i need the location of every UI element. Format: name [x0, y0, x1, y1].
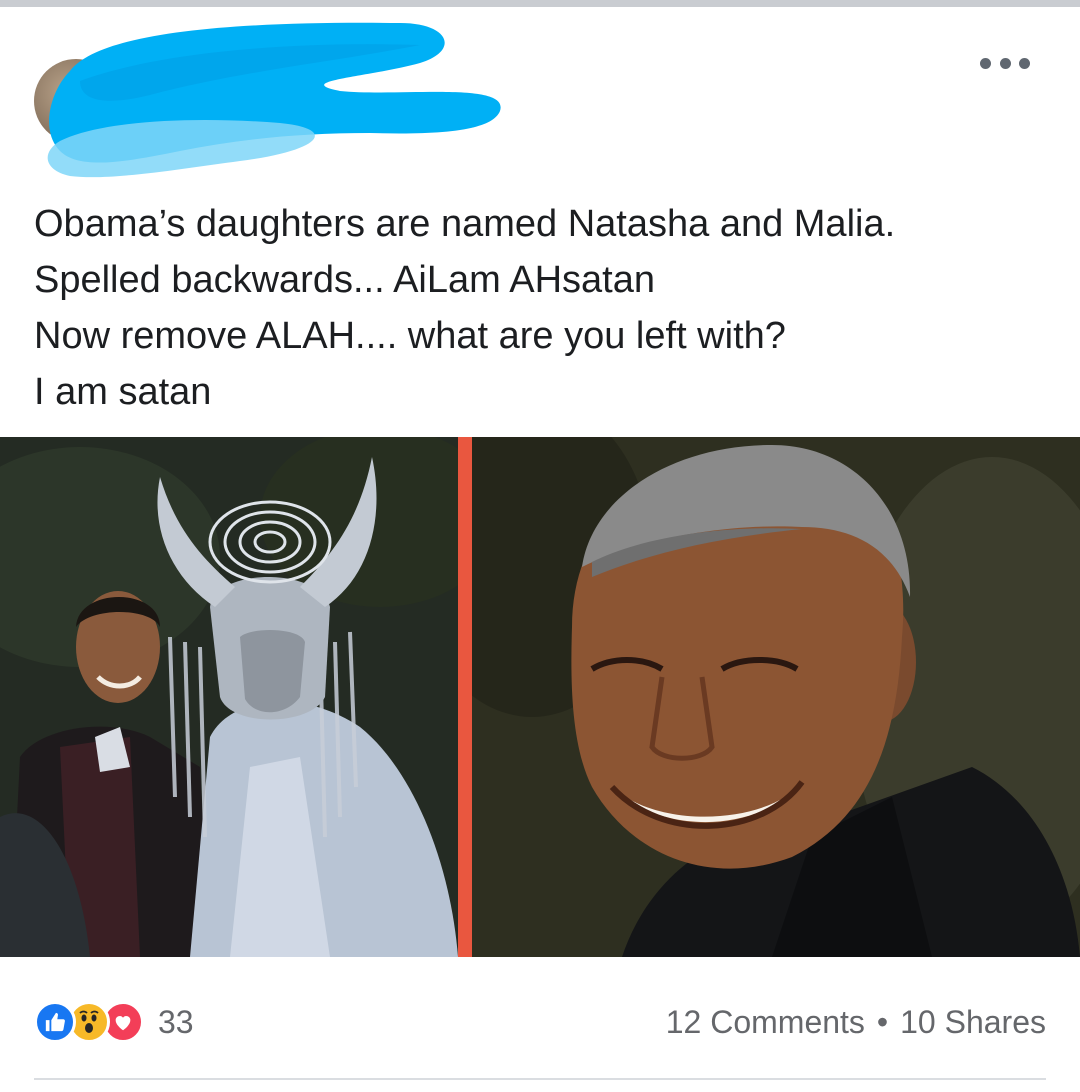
portrait-illustration	[412, 437, 1080, 957]
post-text-line: Now remove ALAH.... what are you left wi…	[34, 315, 786, 357]
reactions-summary[interactable]: 33	[34, 1000, 194, 1044]
more-options-icon[interactable]	[980, 53, 1030, 73]
post-text: Obama’s daughters are named Natasha and …	[34, 196, 1054, 420]
reaction-count: 33	[158, 1003, 194, 1040]
dot-icon	[999, 57, 1011, 69]
comments-count-link[interactable]: 12 Comments	[666, 1004, 865, 1041]
top-separator	[0, 0, 1080, 7]
footer-divider	[34, 1078, 1046, 1080]
dot-icon	[980, 57, 991, 69]
post-footer: 33 12 Comments • 10 Shares	[0, 960, 1080, 1092]
dot-icon	[1019, 57, 1030, 69]
shares-count-link[interactable]: 10 Shares	[900, 1004, 1046, 1041]
redaction-scribble	[47, 22, 501, 178]
costume-illustration	[0, 437, 500, 957]
engagement-counts: 12 Comments • 10 Shares	[666, 1000, 1046, 1044]
photo-portrait	[412, 437, 1080, 957]
post-text-line: Spelled backwards... AiLam AHsatan	[34, 259, 656, 301]
post-image[interactable]	[0, 437, 1080, 957]
post-text-line: I am satan	[34, 371, 212, 413]
post-header	[0, 7, 1080, 178]
post-text-line: Obama’s daughters are named Natasha and …	[34, 203, 896, 245]
image-divider	[458, 437, 472, 957]
like-icon	[34, 1001, 76, 1043]
separator-dot: •	[876, 1003, 889, 1040]
photo-costume	[0, 437, 500, 957]
